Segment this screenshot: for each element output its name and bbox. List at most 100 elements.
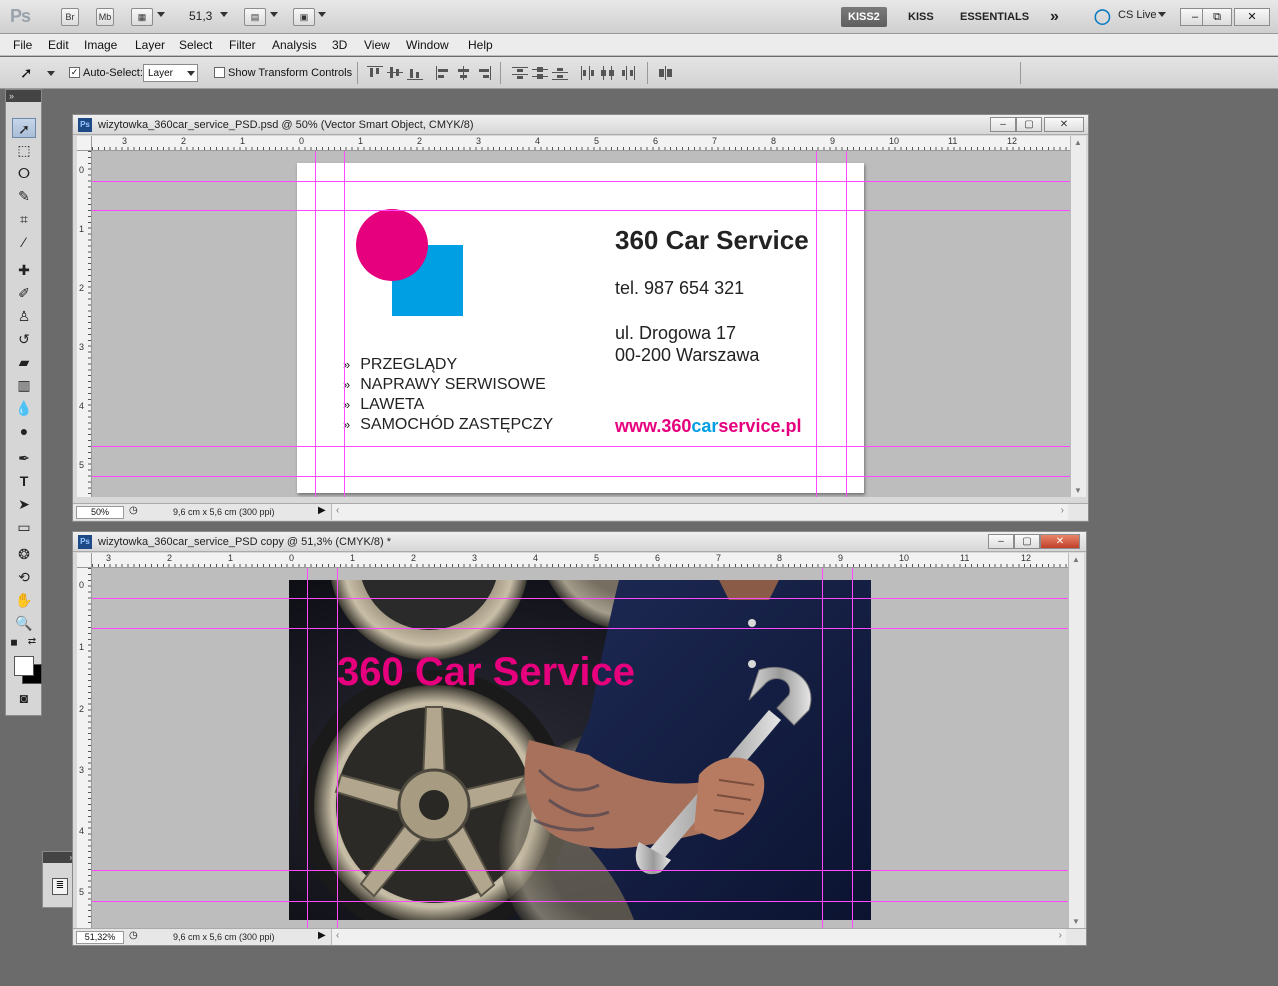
auto-align-layers-icon[interactable] xyxy=(658,66,674,80)
blur-tool-icon[interactable]: 💧 xyxy=(12,398,36,418)
dodge-tool-icon[interactable]: ● xyxy=(12,421,36,441)
scroll-up-icon[interactable]: ▲ xyxy=(1074,138,1082,147)
menu-analysis[interactable]: Analysis xyxy=(272,38,317,52)
chevron-down-icon[interactable] xyxy=(220,12,228,17)
zoom-field[interactable]: 50% xyxy=(76,506,124,519)
doc-restore-button[interactable]: ▢ xyxy=(1016,117,1042,132)
default-colors-icon[interactable]: ◼ xyxy=(8,636,20,648)
scroll-up-icon[interactable]: ▲ xyxy=(1072,555,1080,564)
status-arrow-icon[interactable]: ▶ xyxy=(318,930,326,941)
history-panel-icon[interactable]: ≣ xyxy=(52,878,68,895)
cs-live-icon[interactable]: ◯ xyxy=(1094,7,1111,25)
pen-tool-icon[interactable]: ✒ xyxy=(12,448,36,468)
restore-button[interactable]: ⧉ xyxy=(1202,8,1232,26)
guide-vertical[interactable] xyxy=(852,568,853,928)
vertical-ruler[interactable]: 0 1 2 3 4 5 xyxy=(77,151,92,497)
status-arrow-icon[interactable]: ▶ xyxy=(318,505,326,516)
menu-window[interactable]: Window xyxy=(406,38,449,52)
auto-select-dropdown[interactable]: Layer xyxy=(143,64,198,82)
cs-live-menu[interactable]: CS Live xyxy=(1118,9,1157,21)
menu-layer[interactable]: Layer xyxy=(135,38,165,52)
auto-select-checkbox[interactable]: ✓ xyxy=(69,67,80,78)
tool-preset-picker[interactable]: ➚ xyxy=(8,61,58,85)
show-transform-checkbox[interactable] xyxy=(214,67,225,78)
guide-horizontal[interactable] xyxy=(92,870,1068,871)
scroll-left-icon[interactable]: ‹ xyxy=(336,930,339,941)
zoom-tool-icon[interactable]: 🔍 xyxy=(12,613,36,633)
business-card-front[interactable]: 360 Car Service tel. 987 654 321 ul. Dro… xyxy=(297,163,864,493)
business-card-back-photo[interactable]: 360 Car Service xyxy=(289,580,871,920)
workspace-essentials[interactable]: ESSENTIALS xyxy=(953,7,1036,27)
gradient-tool-icon[interactable]: ▥ xyxy=(12,375,36,395)
3d-orbit-tool-icon[interactable]: ⟲ xyxy=(12,567,36,587)
menu-help[interactable]: Help xyxy=(468,38,493,52)
guide-horizontal[interactable] xyxy=(92,598,1068,599)
menu-image[interactable]: Image xyxy=(84,38,117,52)
align-vertical-center-icon[interactable] xyxy=(387,66,403,80)
clone-stamp-tool-icon[interactable]: ♙ xyxy=(12,306,36,326)
scroll-down-icon[interactable]: ▼ xyxy=(1074,486,1082,495)
vertical-scrollbar[interactable]: ▲ ▼ xyxy=(1068,553,1084,928)
guide-horizontal[interactable] xyxy=(92,476,1070,477)
scroll-right-icon[interactable]: › xyxy=(1059,930,1062,941)
eraser-tool-icon[interactable]: ▰ xyxy=(12,352,36,372)
align-left-icon[interactable] xyxy=(436,66,452,80)
doc-close-button[interactable]: ✕ xyxy=(1044,117,1084,132)
path-selection-tool-icon[interactable]: ➤ xyxy=(12,494,36,514)
horizontal-ruler[interactable]: 3 2 1 0 1 2 3 4 5 6 7 8 9 10 11 12 xyxy=(92,553,1068,568)
horizontal-scrollbar[interactable]: ‹ › xyxy=(331,504,1068,520)
vertical-scrollbar[interactable]: ▲ ▼ xyxy=(1070,136,1086,497)
zoom-field[interactable]: 51,32% xyxy=(76,931,124,944)
guide-vertical[interactable] xyxy=(337,568,338,928)
quick-selection-tool-icon[interactable]: ✎ xyxy=(12,186,36,206)
move-tool-icon[interactable]: ➚ xyxy=(12,118,36,138)
screen-mode-button[interactable]: ▣ xyxy=(293,8,315,26)
distribute-vertical-center-icon[interactable] xyxy=(532,66,548,80)
distribute-left-icon[interactable] xyxy=(580,66,596,80)
tools-collapse-button[interactable]: » xyxy=(6,90,41,102)
document-canvas[interactable]: 360 Car Service tel. 987 654 321 ul. Dro… xyxy=(92,151,1070,497)
chevron-down-icon[interactable] xyxy=(270,12,278,17)
mini-bridge-button[interactable]: Mb xyxy=(96,8,114,26)
menu-edit[interactable]: Edit xyxy=(48,38,69,52)
align-right-icon[interactable] xyxy=(476,66,492,80)
menu-filter[interactable]: Filter xyxy=(229,38,256,52)
marquee-tool-icon[interactable]: ⬚ xyxy=(12,140,36,160)
guide-horizontal[interactable] xyxy=(92,628,1068,629)
distribute-right-icon[interactable] xyxy=(620,66,636,80)
guide-vertical[interactable] xyxy=(344,151,345,497)
workspace-more-icon[interactable]: » xyxy=(1043,7,1066,27)
menu-3d[interactable]: 3D xyxy=(332,38,347,52)
hand-tool-icon[interactable]: ✋ xyxy=(12,590,36,610)
doc-close-button[interactable]: ✕ xyxy=(1040,534,1080,549)
doc-restore-button[interactable]: ▢ xyxy=(1014,534,1040,549)
guide-vertical[interactable] xyxy=(816,151,817,497)
ruler-origin[interactable] xyxy=(77,553,92,568)
align-bottom-icon[interactable] xyxy=(407,66,423,80)
chevron-down-icon[interactable] xyxy=(1158,12,1166,17)
document-title-bar[interactable]: Ps wizytowka_360car_service_PSD.psd @ 50… xyxy=(73,115,1088,135)
guide-horizontal[interactable] xyxy=(92,181,1070,182)
swap-colors-icon[interactable]: ⇄ xyxy=(26,636,38,648)
status-menu-icon[interactable]: ◷ xyxy=(129,505,138,516)
guide-vertical[interactable] xyxy=(822,568,823,928)
scroll-down-icon[interactable]: ▼ xyxy=(1072,917,1080,926)
type-tool-icon[interactable]: T xyxy=(12,471,36,491)
vertical-ruler[interactable]: 0 1 2 3 4 5 xyxy=(77,568,92,928)
distribute-bottom-icon[interactable] xyxy=(552,66,568,80)
scroll-left-icon[interactable]: ‹ xyxy=(336,505,339,516)
history-brush-tool-icon[interactable]: ↺ xyxy=(12,329,36,349)
3d-rotate-tool-icon[interactable]: ❂ xyxy=(12,544,36,564)
zoom-level[interactable]: 51,3 xyxy=(189,9,212,23)
chevron-down-icon[interactable] xyxy=(318,12,326,17)
crop-tool-icon[interactable]: ⌗ xyxy=(12,209,36,229)
arrange-documents-button[interactable]: ▤ xyxy=(244,8,266,26)
guide-horizontal[interactable] xyxy=(92,210,1070,211)
foreground-color-swatch[interactable] xyxy=(14,656,34,676)
align-top-icon[interactable] xyxy=(367,66,383,80)
guide-horizontal[interactable] xyxy=(92,901,1068,902)
eyedropper-tool-icon[interactable]: ⁄ xyxy=(12,232,36,252)
brush-tool-icon[interactable]: ✐ xyxy=(12,283,36,303)
workspace-kiss2[interactable]: KISS2 xyxy=(841,7,887,27)
chevron-down-icon[interactable] xyxy=(157,12,165,17)
